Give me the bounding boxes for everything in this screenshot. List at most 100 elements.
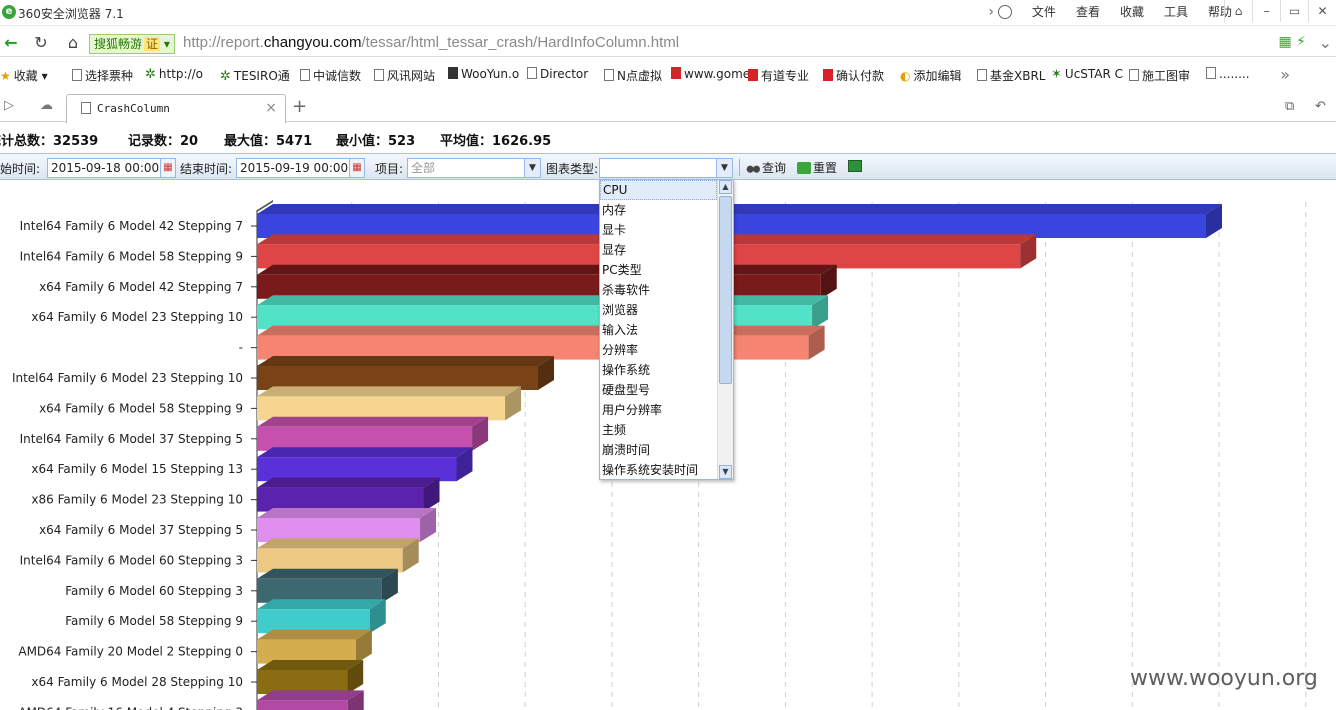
bar-top <box>257 416 489 427</box>
minimize-button[interactable]: – <box>1252 0 1280 22</box>
item-select[interactable]: 全部 <box>407 158 527 178</box>
dropdown-option[interactable]: 输入法 <box>600 320 717 340</box>
chevron-down-icon[interactable]: ⌄ <box>1319 33 1332 52</box>
bookmark-item[interactable]: 基金XBRL <box>977 67 1045 84</box>
dropdown-option[interactable]: 操作系统安装时间 <box>600 460 717 479</box>
bookmark-item[interactable]: ✶ UcSTAR C <box>1051 67 1123 82</box>
bookmark-item[interactable]: ✲ TESIRO通 <box>220 67 290 84</box>
menu-view[interactable]: 查看 <box>1076 3 1100 20</box>
bookmark-item[interactable]: WooYun.o <box>448 67 519 81</box>
tab-crashcolumn[interactable]: CrashColumn × <box>66 94 286 123</box>
reset-button[interactable]: 重置 <box>797 159 837 176</box>
ucstar-icon: ✶ <box>1051 67 1062 82</box>
qr-code-icon[interactable]: ▦ ⚡ <box>1278 34 1306 50</box>
tab-list-icon[interactable]: ⧉ <box>1285 99 1294 114</box>
close-button[interactable]: ✕ <box>1308 0 1336 22</box>
page-icon <box>1206 67 1216 79</box>
dropdown-option[interactable]: 主频 <box>600 420 717 440</box>
stat-min: 最小值：523 <box>336 134 416 149</box>
bar-group <box>257 264 837 299</box>
dropdown-option[interactable]: 崩溃时间 <box>600 440 717 460</box>
chart-type-select[interactable] <box>599 158 719 178</box>
chevron-down-icon[interactable]: ▼ <box>716 158 733 178</box>
menu-tools[interactable]: 工具 <box>1164 3 1188 20</box>
close-tab-icon[interactable]: × <box>265 100 277 116</box>
double-chevron-right-icon[interactable]: » <box>1280 65 1290 84</box>
bar <box>257 426 473 451</box>
bookmark-item[interactable]: ◐ 添加编辑 <box>900 67 962 84</box>
bookmark-label: 收藏 <box>13 69 38 83</box>
bookmark-item[interactable]: 选择票种 <box>72 67 133 84</box>
bookmark-item[interactable]: N点虚拟 <box>604 67 662 84</box>
bar-group <box>257 295 829 330</box>
scroll-up-icon[interactable]: ▲ <box>719 180 732 194</box>
url-input[interactable]: http://report.changyou.com/tessar/html_t… <box>183 34 679 51</box>
dropdown-option[interactable]: 用户分辨率 <box>600 400 717 420</box>
chevron-down-icon[interactable]: ▼ <box>524 158 541 178</box>
stat-avg: 平均值：1626.95 <box>440 134 552 149</box>
dropdown-option[interactable]: 显存 <box>600 240 717 260</box>
bookmark-item[interactable]: ........ <box>1206 67 1250 81</box>
dropdown-option[interactable]: PC类型 <box>600 260 717 280</box>
calendar-icon[interactable]: ▦ <box>349 158 365 178</box>
bookmark-item[interactable]: 风讯网站 <box>374 67 435 84</box>
user-icon[interactable] <box>997 4 1012 19</box>
dropdown-option[interactable]: CPU <box>600 180 717 200</box>
dropdown-option[interactable]: 浏览器 <box>600 300 717 320</box>
home-icon[interactable]: ⌂ <box>62 33 84 53</box>
end-time-input[interactable]: 2015-09-19 00:00:0 <box>236 158 350 178</box>
reload-icon[interactable]: ↻ <box>30 33 52 53</box>
start-time-input[interactable]: 2015-09-18 00:00:0 <box>47 158 161 178</box>
chart-type-dropdown-list[interactable]: CPU 内存 显卡 显存 PC类型 杀毒软件 浏览器 输入法 分辨率 操作系统 硬盘型号 用户分辨率主… <box>599 179 734 480</box>
bookmark-label: Director <box>540 67 589 81</box>
bar <box>257 274 821 299</box>
undo-icon[interactable]: ↶ <box>1315 99 1326 114</box>
bookmark-item[interactable]: 中诚信数 <box>300 67 361 84</box>
browser-window: e 360安全浏览器 7.1 › 文件 查看 收藏 工具 帮助 ⌂ – ▭ ✕ … <box>0 0 1336 710</box>
calendar-icon[interactable]: ▦ <box>160 158 176 178</box>
bookmark-item[interactable]: 确认付款 <box>823 67 884 84</box>
edit-icon: ◐ <box>900 69 911 83</box>
bar-group <box>257 416 489 451</box>
export-excel-button[interactable] <box>848 159 864 173</box>
bookmark-item[interactable]: 施工图审 <box>1129 67 1190 84</box>
maximize-button[interactable]: ▭ <box>1280 0 1308 22</box>
dropdown-option[interactable]: 操作系统 <box>600 360 717 380</box>
scrollbar-thumb[interactable] <box>719 196 732 384</box>
chevron-right-icon[interactable]: › <box>988 4 994 20</box>
bookmark-label: 中诚信数 <box>313 69 362 83</box>
bookmark-item[interactable]: 有道专业 <box>748 67 809 84</box>
bookmark-label: 风讯网站 <box>387 69 436 83</box>
site-certificate-badge[interactable]: 搜狐畅游证 ▾ <box>89 34 175 54</box>
category-label: AMD64 Family 20 Model 2 Stepping 0 <box>18 645 243 659</box>
skin-icon[interactable]: ⌂ <box>1224 0 1252 22</box>
scroll-down-icon[interactable]: ▼ <box>719 465 732 479</box>
menu-favorites[interactable]: 收藏 <box>1120 3 1144 20</box>
bookmark-favorites[interactable]: ★ 收藏 ▾ <box>0 67 48 84</box>
bar-group <box>257 477 440 512</box>
sidebar-toggle-icon[interactable]: ▷ <box>4 98 14 113</box>
address-bar: ← ↻ ⌂ 搜狐畅游证 ▾ http://report.changyou.com… <box>0 29 1336 57</box>
dropdown-scrollbar[interactable]: ▲ ▼ <box>717 180 733 479</box>
bar-top <box>257 477 440 488</box>
dropdown-option[interactable]: 杀毒软件 <box>600 280 717 300</box>
bookmark-label: N点虚拟 <box>617 69 662 83</box>
dropdown-option[interactable]: 内存 <box>600 200 717 220</box>
bookmark-item[interactable]: Director <box>527 67 588 81</box>
new-tab-button[interactable]: + <box>292 96 307 117</box>
dropdown-option[interactable]: 分辨率 <box>600 340 717 360</box>
category-label: x64 Family 6 Model 28 Stepping 10 <box>31 675 243 689</box>
reset-label: 重置 <box>813 161 838 175</box>
tab-bar: ▷ ☁ CrashColumn × + ⧉ ↶ <box>0 92 1336 123</box>
back-arrow-icon[interactable]: ← <box>0 33 22 53</box>
menu-file[interactable]: 文件 <box>1032 3 1056 20</box>
dropdown-option[interactable]: 显卡 <box>600 220 717 240</box>
bookmark-item[interactable]: ✲ http://o <box>145 67 203 82</box>
bar-group <box>257 660 364 694</box>
bookmark-item[interactable]: www.gome <box>671 67 750 81</box>
bookmark-label: TESIRO通 <box>233 69 290 83</box>
cloud-icon[interactable]: ☁ <box>40 98 53 113</box>
query-button[interactable]: 查询 <box>746 159 786 176</box>
bar-top <box>257 508 437 518</box>
dropdown-option[interactable]: 硬盘型号 <box>600 380 717 400</box>
